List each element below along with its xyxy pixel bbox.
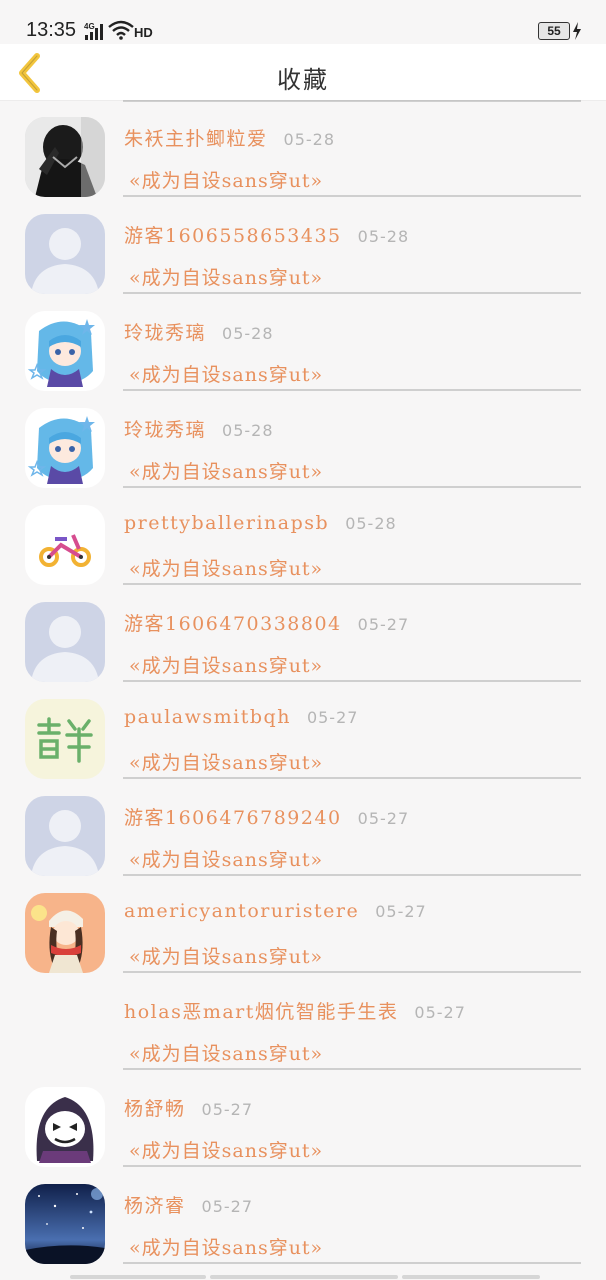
list-item[interactable]: 朱袄主扑鲫粒爱 05-28 «成为自设sans穿ut»	[0, 100, 606, 197]
item-header: prettyballerinapsb 05-28	[124, 512, 397, 534]
charging-icon	[573, 22, 581, 40]
item-date: 05-27	[357, 615, 410, 634]
favorite-title-link[interactable]: «成为自设sans穿ut»	[129, 942, 323, 969]
battery-indicator: 55	[538, 22, 570, 40]
avatar[interactable]	[25, 117, 105, 197]
avatar[interactable]	[25, 1087, 105, 1167]
item-date: 05-27	[201, 1197, 254, 1216]
favorite-title-link[interactable]: «成为自设sans穿ut»	[129, 263, 323, 290]
list-item[interactable]: 游客1606476789240 05-27 «成为自设sans穿ut»	[0, 779, 606, 876]
favorite-title-link[interactable]: «成为自设sans穿ut»	[129, 651, 323, 678]
network-type: 4G	[84, 22, 95, 31]
avatar[interactable]	[25, 990, 105, 1070]
user-name[interactable]: americyantoruristere	[124, 900, 359, 922]
item-date: 05-28	[283, 130, 336, 149]
status-bar: 13:35 4G HD 55	[0, 0, 606, 44]
list-item[interactable]: 玲珑秀璃 05-28 «成为自设sans穿ut»	[0, 391, 606, 488]
list-item[interactable]: 杨舒畅 05-27 «成为自设sans穿ut»	[0, 1070, 606, 1167]
item-date: 05-27	[357, 809, 410, 828]
item-header: 杨济睿 05-27	[124, 1191, 253, 1218]
list-item[interactable]: 杨济睿 05-27 «成为自设sans穿ut»	[0, 1167, 606, 1264]
favorite-title-link[interactable]: «成为自设sans穿ut»	[129, 554, 323, 581]
list-item[interactable]: 游客1606558653435 05-28 «成为自设sans穿ut»	[0, 197, 606, 294]
favorite-title-link[interactable]: «成为自设sans穿ut»	[129, 748, 323, 775]
item-date: 05-28	[222, 421, 274, 440]
user-name[interactable]: 游客1606470338804	[124, 613, 342, 635]
divider	[123, 1262, 581, 1264]
list-item[interactable]: holas恶mart烟伉智能手生表 05-27 «成为自设sans穿ut»	[0, 973, 606, 1070]
item-date: 05-28	[345, 514, 397, 533]
item-header: americyantoruristere 05-27	[124, 900, 427, 922]
favorite-title-link[interactable]: «成为自设sans穿ut»	[129, 360, 323, 387]
status-time: 13:35	[26, 19, 77, 41]
user-name[interactable]: 朱袄主扑鲫粒爱	[124, 128, 268, 150]
avatar[interactable]	[25, 408, 105, 488]
app-header: 收藏	[0, 44, 606, 100]
item-header: holas恶mart烟伉智能手生表 05-27	[124, 997, 466, 1024]
avatar[interactable]	[25, 311, 105, 391]
user-name[interactable]: 玲珑秀璃	[124, 419, 206, 441]
item-header: 杨舒畅 05-27	[124, 1094, 253, 1121]
item-header: 游客1606470338804 05-27	[124, 609, 409, 636]
bottom-tab-strip	[70, 1275, 540, 1280]
item-header: 游客1606558653435 05-28	[124, 221, 409, 248]
item-date: 05-27	[201, 1100, 254, 1119]
user-name[interactable]: 游客1606558653435	[124, 225, 342, 247]
avatar[interactable]	[25, 505, 105, 585]
list-item[interactable]: paulawsmitbqh 05-27 «成为自设sans穿ut»	[0, 682, 606, 779]
favorite-title-link[interactable]: «成为自设sans穿ut»	[129, 845, 323, 872]
avatar[interactable]	[25, 796, 105, 876]
user-name[interactable]: 杨济睿	[124, 1195, 186, 1217]
item-date: 05-27	[414, 1003, 466, 1022]
favorite-title-link[interactable]: «成为自设sans穿ut»	[129, 1233, 323, 1260]
user-name[interactable]: paulawsmitbqh	[124, 706, 291, 728]
favorites-list: 朱袄主扑鲫粒爱 05-28 «成为自设sans穿ut» 游客160655865343…	[0, 100, 606, 1264]
list-item[interactable]: 游客1606470338804 05-27 «成为自设sans穿ut»	[0, 585, 606, 682]
favorite-title-link[interactable]: «成为自设sans穿ut»	[129, 166, 323, 193]
item-header: 玲珑秀璃 05-28	[124, 318, 274, 345]
avatar[interactable]	[25, 1184, 105, 1264]
list-item[interactable]: americyantoruristere 05-27 «成为自设sans穿ut»	[0, 876, 606, 973]
item-header: 游客1606476789240 05-27	[124, 803, 409, 830]
user-name[interactable]: 游客1606476789240	[124, 807, 342, 829]
list-item[interactable]: 玲珑秀璃 05-28 «成为自设sans穿ut»	[0, 294, 606, 391]
user-name[interactable]: holas恶mart烟伉智能手生表	[124, 1001, 398, 1023]
item-date: 05-28	[357, 227, 410, 246]
favorite-title-link[interactable]: «成为自设sans穿ut»	[129, 457, 323, 484]
user-name[interactable]: 玲珑秀璃	[124, 322, 206, 344]
favorite-title-link[interactable]: «成为自设sans穿ut»	[129, 1039, 323, 1066]
favorite-title-link[interactable]: «成为自设sans穿ut»	[129, 1136, 323, 1163]
avatar[interactable]	[25, 893, 105, 973]
item-header: 朱袄主扑鲫粒爱 05-28	[124, 124, 335, 151]
wifi-icon	[108, 20, 134, 40]
page-title: 收藏	[277, 66, 329, 94]
item-header: paulawsmitbqh 05-27	[124, 706, 358, 728]
favorites-screen: 13:35 4G HD 55 收藏 朱袄主扑鲫粒爱 05-28 «成为自设san…	[0, 0, 606, 1280]
user-name[interactable]: prettyballerinapsb	[124, 512, 329, 534]
item-header: 玲珑秀璃 05-28	[124, 415, 274, 442]
item-date: 05-27	[306, 708, 359, 727]
avatar[interactable]	[25, 602, 105, 682]
avatar[interactable]	[25, 214, 105, 294]
user-name[interactable]: 杨舒畅	[124, 1098, 186, 1120]
item-date: 05-27	[375, 902, 427, 921]
item-date: 05-28	[222, 324, 274, 343]
list-item[interactable]: prettyballerinapsb 05-28 «成为自设sans穿ut»	[0, 488, 606, 585]
avatar[interactable]	[25, 699, 105, 779]
hd-indicator: HD	[134, 25, 153, 40]
